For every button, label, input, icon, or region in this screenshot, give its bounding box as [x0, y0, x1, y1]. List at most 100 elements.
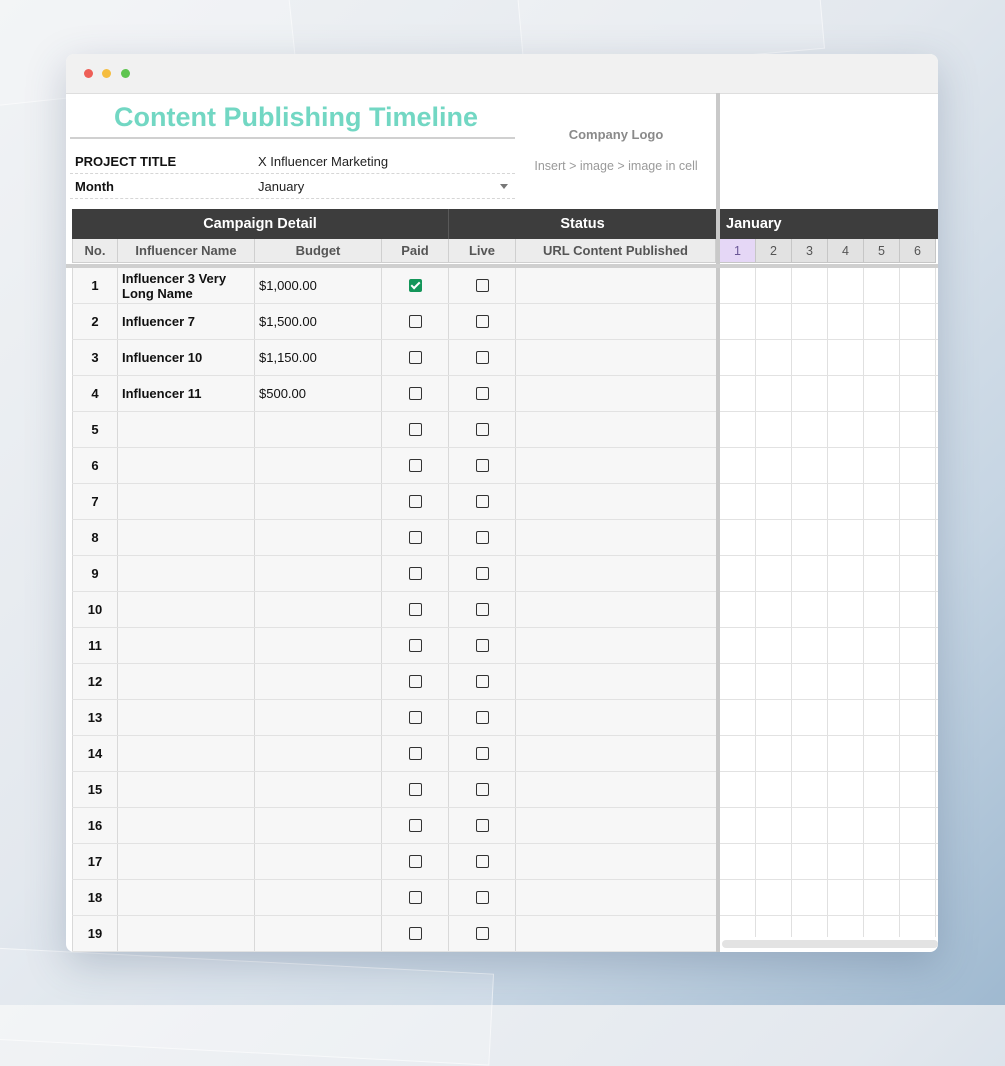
paid-checkbox[interactable]	[408, 387, 422, 400]
live-checkbox[interactable]	[475, 351, 489, 364]
url-cell[interactable]	[516, 772, 716, 807]
row-number[interactable]: 1	[72, 268, 118, 303]
influencer-name-cell[interactable]	[118, 520, 255, 555]
budget-cell[interactable]	[255, 664, 382, 699]
row-number[interactable]: 2	[72, 304, 118, 339]
influencer-name-cell[interactable]: Influencer 7	[118, 304, 255, 339]
url-cell[interactable]	[516, 808, 716, 843]
influencer-name-cell[interactable]	[118, 916, 255, 951]
live-checkbox[interactable]	[475, 783, 489, 796]
influencer-name-cell[interactable]	[118, 880, 255, 915]
live-checkbox[interactable]	[475, 639, 489, 652]
calendar-day-cell[interactable]	[720, 376, 756, 411]
influencer-name-cell[interactable]	[118, 448, 255, 483]
budget-cell[interactable]: $1,500.00	[255, 304, 382, 339]
paid-checkbox[interactable]	[408, 495, 422, 508]
calendar-day-cell[interactable]	[720, 916, 756, 937]
url-cell[interactable]	[516, 628, 716, 663]
calendar-day-cell[interactable]	[864, 844, 900, 879]
calendar-day-cell[interactable]	[864, 448, 900, 483]
row-number[interactable]: 16	[72, 808, 118, 843]
budget-cell[interactable]	[255, 520, 382, 555]
row-number[interactable]: 19	[72, 916, 118, 951]
calendar-day-cell[interactable]	[864, 376, 900, 411]
column-header-no[interactable]: No.	[72, 239, 118, 263]
row-number[interactable]: 7	[72, 484, 118, 519]
paid-checkbox[interactable]	[408, 747, 422, 760]
calendar-day-cell[interactable]	[720, 880, 756, 915]
row-number[interactable]: 17	[72, 844, 118, 879]
budget-cell[interactable]	[255, 484, 382, 519]
column-header-live[interactable]: Live	[449, 239, 516, 263]
row-number[interactable]: 3	[72, 340, 118, 375]
calendar-day-cell[interactable]	[864, 484, 900, 519]
live-checkbox[interactable]	[475, 279, 489, 292]
calendar-day-cell[interactable]	[900, 520, 936, 555]
live-checkbox[interactable]	[475, 747, 489, 760]
calendar-day-cell[interactable]	[756, 340, 792, 375]
budget-cell[interactable]	[255, 556, 382, 591]
row-number[interactable]: 12	[72, 664, 118, 699]
influencer-name-cell[interactable]	[118, 412, 255, 447]
calendar-day-cell[interactable]	[900, 412, 936, 447]
calendar-day-cell[interactable]	[900, 844, 936, 879]
row-number[interactable]: 10	[72, 592, 118, 627]
paid-checkbox[interactable]	[408, 639, 422, 652]
budget-cell[interactable]	[255, 844, 382, 879]
calendar-day-cell[interactable]	[792, 844, 828, 879]
budget-cell[interactable]	[255, 916, 382, 951]
project-title-value[interactable]: X Influencer Marketing	[258, 154, 388, 169]
url-cell[interactable]	[516, 916, 716, 951]
calendar-day-cell[interactable]	[864, 664, 900, 699]
url-cell[interactable]	[516, 484, 716, 519]
column-header-url[interactable]: URL Content Published	[516, 239, 716, 263]
calendar-day-cell[interactable]	[720, 268, 756, 303]
calendar-day-cell[interactable]	[900, 880, 936, 915]
url-cell[interactable]	[516, 376, 716, 411]
calendar-day-cell[interactable]	[828, 520, 864, 555]
calendar-day-cell[interactable]	[828, 484, 864, 519]
calendar-day-cell[interactable]	[864, 808, 900, 843]
day-header-2[interactable]: 2	[756, 239, 792, 263]
live-checkbox[interactable]	[475, 315, 489, 328]
calendar-day-cell[interactable]	[864, 880, 900, 915]
budget-cell[interactable]: $1,000.00	[255, 268, 382, 303]
calendar-day-cell[interactable]	[792, 628, 828, 663]
calendar-day-cell[interactable]	[828, 592, 864, 627]
row-number[interactable]: 6	[72, 448, 118, 483]
calendar-day-cell[interactable]	[900, 340, 936, 375]
column-header-budget[interactable]: Budget	[255, 239, 382, 263]
row-number[interactable]: 15	[72, 772, 118, 807]
paid-checkbox[interactable]	[408, 531, 422, 544]
influencer-name-cell[interactable]	[118, 844, 255, 879]
budget-cell[interactable]	[255, 412, 382, 447]
calendar-day-cell[interactable]	[756, 592, 792, 627]
live-checkbox[interactable]	[475, 855, 489, 868]
calendar-day-cell[interactable]	[792, 268, 828, 303]
calendar-day-cell[interactable]	[756, 772, 792, 807]
calendar-day-cell[interactable]	[828, 304, 864, 339]
calendar-day-cell[interactable]	[756, 556, 792, 591]
paid-checkbox[interactable]	[408, 315, 422, 328]
row-number[interactable]: 9	[72, 556, 118, 591]
minimize-window-button[interactable]	[102, 69, 111, 78]
row-number[interactable]: 18	[72, 880, 118, 915]
paid-checkbox[interactable]	[408, 279, 422, 292]
calendar-day-cell[interactable]	[720, 412, 756, 447]
live-checkbox[interactable]	[475, 819, 489, 832]
paid-checkbox[interactable]	[408, 351, 422, 364]
budget-cell[interactable]	[255, 880, 382, 915]
influencer-name-cell[interactable]: Influencer 11	[118, 376, 255, 411]
budget-cell[interactable]	[255, 448, 382, 483]
calendar-day-cell[interactable]	[792, 664, 828, 699]
row-number[interactable]: 5	[72, 412, 118, 447]
calendar-day-cell[interactable]	[864, 592, 900, 627]
url-cell[interactable]	[516, 412, 716, 447]
calendar-day-cell[interactable]	[828, 448, 864, 483]
calendar-day-cell[interactable]	[792, 916, 828, 937]
url-cell[interactable]	[516, 340, 716, 375]
live-checkbox[interactable]	[475, 927, 489, 940]
calendar-day-cell[interactable]	[756, 268, 792, 303]
calendar-day-cell[interactable]	[720, 844, 756, 879]
calendar-day-cell[interactable]	[828, 628, 864, 663]
